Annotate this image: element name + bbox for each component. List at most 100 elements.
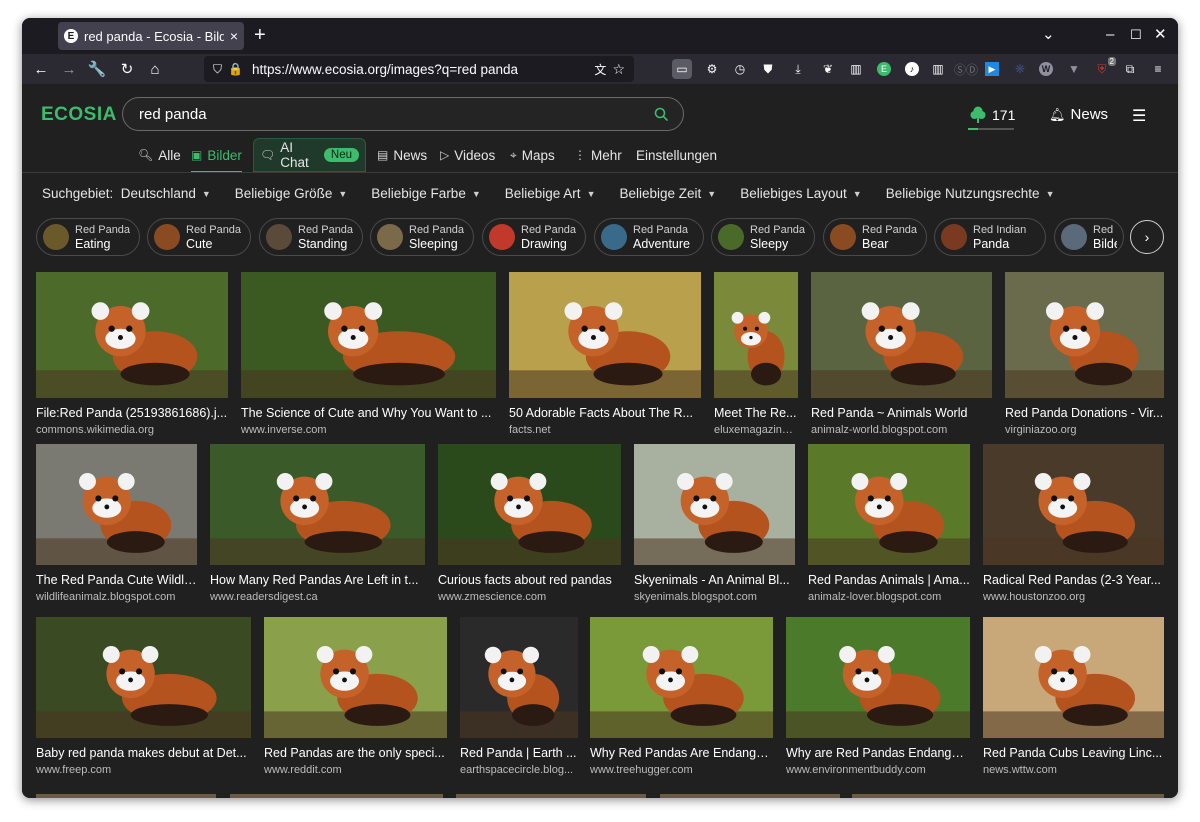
equalizer-icon[interactable]: ▥ [928,59,948,79]
result-source[interactable]: www.zmescience.com [438,591,621,603]
result-title[interactable]: Red Panda Donations - Vir... [1005,406,1164,420]
result-title[interactable]: Red Pandas Animals | Ama... [808,573,970,587]
result-source[interactable]: wildlifeanimalz.blogspot.com [36,591,197,603]
hamburger-menu-icon[interactable]: ☰ [1132,106,1146,126]
ecosia-logo[interactable]: ECOSIA [41,104,117,126]
image-result-peek[interactable] [1016,794,1164,798]
music-note-icon[interactable]: ♪ [902,59,922,79]
result-source[interactable]: www.freep.com [36,764,251,776]
tab-list-chevron-icon[interactable]: ⌄ [1042,24,1055,46]
wrench-icon[interactable]: 🔧 [86,58,108,80]
image-result[interactable]: 50 Adorable Facts About The R... facts.ne… [509,272,701,442]
filter-time[interactable]: Beliebige Zeit ▼ [619,186,716,201]
filter-color[interactable]: Beliebige Farbe ▼ [371,186,480,201]
thumbnail[interactable] [634,444,795,565]
image-result[interactable]: Why Red Pandas Are Endange... www.treehug… [590,617,773,782]
related-search-chip[interactable]: Red Panda Standing [259,218,363,256]
related-search-chip[interactable]: Red Panda Sleepy [711,218,815,256]
tab-settings[interactable]: Einstellungen [636,138,717,172]
forward-button[interactable]: → [58,58,80,80]
result-source[interactable]: www.environmentbuddy.com [786,764,970,776]
reload-button[interactable]: ↻ [116,58,138,80]
chevron-right-icon[interactable]: › [1130,220,1164,254]
image-result[interactable]: File:Red Panda (25193861686).j... commons… [36,272,228,442]
image-result[interactable]: The Red Panda Cute Wildli... wildlifeanim… [36,444,197,609]
thumbnail[interactable] [983,444,1164,565]
bookmark-star-icon[interactable]: ☆ [612,61,625,78]
translate-icon[interactable]: 文 [594,61,606,78]
filter-type[interactable]: Beliebige Art ▼ [505,186,596,201]
related-search-chip[interactable]: Red Indian Panda [934,218,1046,256]
image-result[interactable]: Radical Red Pandas (2-3 Year... www.houst… [983,444,1164,609]
result-source[interactable]: skyenimals.blogspot.com [634,591,795,603]
thumbnail[interactable] [36,617,251,738]
result-title[interactable]: Curious facts about red pandas [438,573,621,587]
result-title[interactable]: Red Panda Cubs Leaving Linc... [983,746,1164,760]
tab-news[interactable]: ▤ News [377,138,427,172]
vue-devtools-icon[interactable]: ▼ [1064,59,1084,79]
image-result[interactable]: Meet The Re... eluxemagazine.... [714,272,798,442]
tab-all[interactable]: 🔍︎ Alle [138,138,181,172]
result-title[interactable]: How Many Red Pandas Are Left in t... [210,573,425,587]
image-result[interactable]: Baby red panda makes debut at Det... www.… [36,617,251,782]
thumbnail[interactable] [1005,272,1164,398]
image-result[interactable]: Curious facts about red pandas www.zmesci… [438,444,621,609]
ecosia-extension-icon[interactable]: E [874,59,894,79]
image-result[interactable]: Why are Red Pandas Endanger... www.enviro… [786,617,970,782]
image-result[interactable]: Red Panda | Earth ... earthspacecircle.bl… [460,617,578,782]
related-search-chip[interactable]: Red Panda Drawing [482,218,586,256]
result-title[interactable]: The Red Panda Cute Wildli... [36,573,197,587]
back-button[interactable]: ← [30,58,52,80]
close-window-button[interactable]: ✕ [1154,24,1167,46]
result-title[interactable]: 50 Adorable Facts About The R... [509,406,701,420]
minimize-button[interactable]: – [1106,24,1114,46]
result-source[interactable]: news.wttw.com [983,764,1164,776]
new-tab-button[interactable]: + [254,24,266,46]
filter-license[interactable]: Beliebige Nutzungsrechte ▼ [886,186,1055,201]
result-title[interactable]: Why are Red Pandas Endanger... [786,746,970,760]
result-source[interactable]: facts.net [509,424,701,436]
result-source[interactable]: animalz-lover.blogspot.com [808,591,970,603]
thumbnail[interactable] [460,617,578,738]
related-search-chip[interactable]: Red Panda Sleeping [370,218,474,256]
result-source[interactable]: virginiazoo.org [1005,424,1164,436]
thumbnail[interactable] [714,272,798,398]
thumbnail[interactable] [509,272,701,398]
image-result[interactable]: Red Panda Cubs Leaving Linc... news.wttw.… [983,617,1164,782]
filter-region[interactable]: Suchgebiet: Deutschland ▼ [42,186,211,201]
ublock-icon[interactable]: ⛨ 2 [1092,57,1116,79]
image-result-peek[interactable] [230,794,443,798]
filter-layout[interactable]: Beliebiges Layout ▼ [740,186,862,201]
extension-ds-icon[interactable]: ⓈⒹ [954,59,978,79]
thumbnail[interactable] [983,617,1164,738]
close-tab-icon[interactable]: × [230,28,238,44]
result-title[interactable]: Red Pandas are the only speci... [264,746,447,760]
result-source[interactable]: www.inverse.com [241,424,496,436]
result-title[interactable]: Why Red Pandas Are Endange... [590,746,773,760]
filter-size[interactable]: Beliebige Größe ▼ [235,186,347,201]
result-source[interactable]: animalz-world.blogspot.com [811,424,992,436]
result-source[interactable]: eluxemagazine.... [714,424,798,436]
extension-dots-icon[interactable]: ❋ [1010,59,1030,79]
maximize-button[interactable]: ☐ [1130,24,1142,46]
download-icon[interactable]: ⤓ [788,59,808,79]
result-title[interactable]: The Science of Cute and Why You Want to … [241,406,496,420]
search-icon[interactable] [653,106,669,122]
result-source[interactable]: earthspacecircle.blog... [460,764,578,776]
sidebar-icon[interactable]: ▥ [846,59,866,79]
result-source[interactable]: commons.wikimedia.org [36,424,228,436]
thumbnail[interactable] [438,444,621,565]
history-clock-icon[interactable]: ◷ [730,59,750,79]
thumbnail[interactable] [590,617,773,738]
tracking-protection-icon[interactable]: ⛉ [213,62,222,77]
result-title[interactable]: File:Red Panda (25193861686).j... [36,406,228,420]
extensions-puzzle-icon[interactable]: ⧉ [1120,59,1140,79]
related-search-chip[interactable]: Red Panda Adventure [594,218,704,256]
result-title[interactable]: Skyenimals - An Animal Bl... [634,573,795,587]
thumbnail[interactable] [264,617,447,738]
thumbnail[interactable] [210,444,425,565]
home-button[interactable]: ⌂ [144,58,166,80]
thumbnail[interactable] [36,272,228,398]
thumbnail[interactable] [808,444,970,565]
thumbnail[interactable] [36,444,197,565]
